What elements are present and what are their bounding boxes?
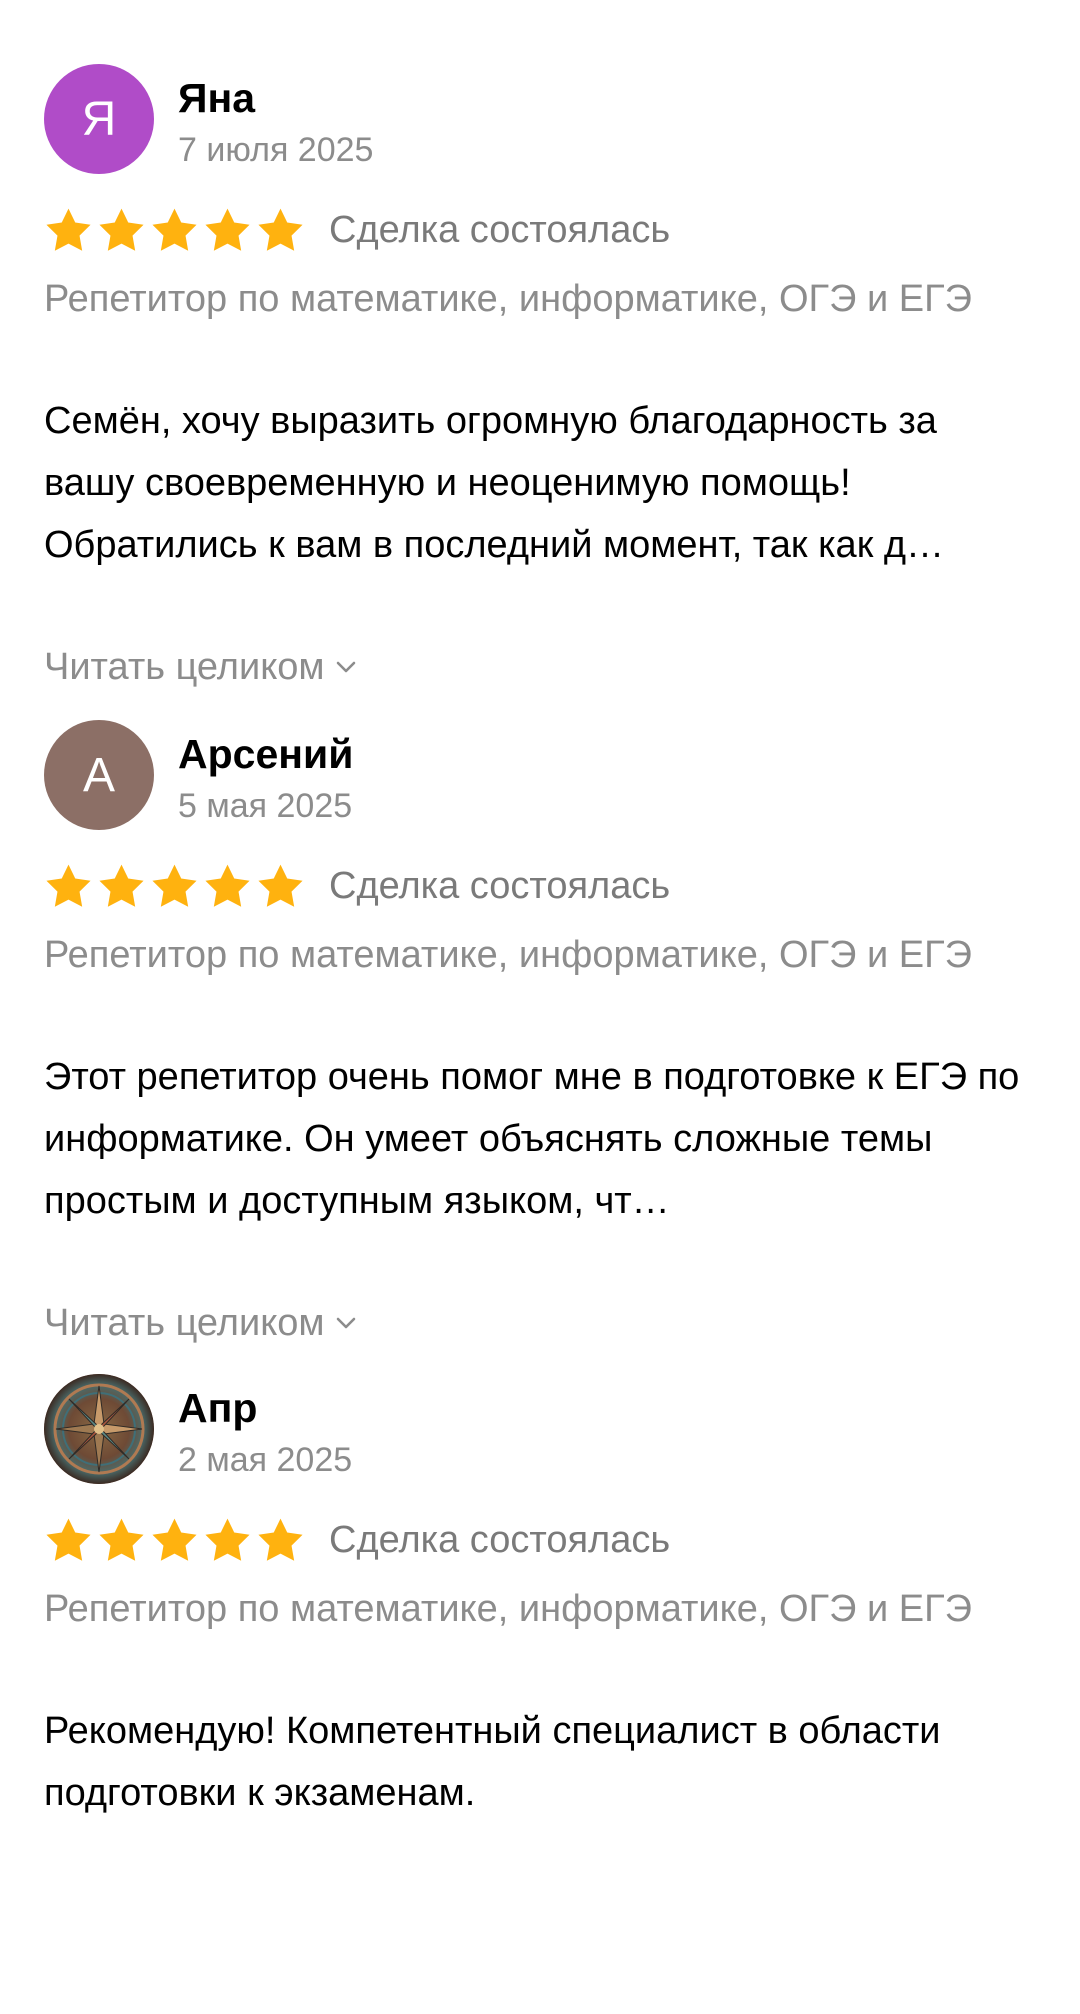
service-title: Репетитор по математике, информатике, ОГ… (44, 934, 972, 976)
review-card: Апр 2 мая 2025 Сделка состоялась Репетит… (44, 1374, 1034, 2014)
reviewer-name[interactable]: Арсений (178, 730, 353, 778)
review-date: 7 июля 2025 (178, 131, 374, 169)
review-date: 5 мая 2025 (178, 787, 353, 825)
deal-status: Сделка состоялась (329, 1518, 671, 1561)
review-date: 2 мая 2025 (178, 1441, 353, 1479)
star-icon (46, 864, 91, 907)
star-icon (99, 864, 144, 907)
avatar[interactable]: А (44, 720, 154, 830)
read-more-link[interactable]: Читать целиком (44, 644, 357, 690)
review-card: А Арсений 5 мая 2025 Сделка состоялась Р… (44, 720, 1034, 1360)
review-text: Этот репетитор очень помог мне в подгото… (44, 1056, 1020, 1222)
star-icon (152, 208, 197, 251)
review-text: Семён, хочу выразить огромную благодарно… (44, 400, 945, 566)
deal-status: Сделка состоялась (329, 208, 671, 251)
star-rating (44, 207, 305, 254)
star-icon (205, 1518, 250, 1561)
reviewer-name[interactable]: Яна (178, 74, 255, 122)
service-title: Репетитор по математике, информатике, ОГ… (44, 1588, 972, 1630)
deal-status: Сделка состоялась (329, 864, 671, 907)
star-icon (152, 1518, 197, 1561)
star-rating (44, 863, 305, 910)
star-icon (205, 864, 250, 907)
star-icon (99, 1518, 144, 1561)
read-more-label: Читать целиком (44, 1302, 325, 1344)
star-icon (46, 1518, 91, 1561)
review-card: Я Яна 7 июля 2025 Сделка состоялась Репе… (44, 64, 1034, 704)
avatar[interactable]: Я (44, 64, 154, 174)
compass-rose-avatar-icon[interactable] (44, 1374, 154, 1484)
star-icon (99, 208, 144, 251)
star-icon (258, 1518, 303, 1561)
service-title: Репетитор по математике, информатике, ОГ… (44, 278, 972, 320)
review-text: Рекомендую! Компетентный специалист в об… (44, 1710, 941, 1814)
compass-rose-icon (44, 1374, 154, 1484)
star-icon (258, 864, 303, 907)
read-more-link[interactable]: Читать целиком (44, 1300, 357, 1346)
review-header: А Арсений 5 мая 2025 (44, 720, 944, 832)
reviewer-name[interactable]: Апр (178, 1384, 257, 1432)
read-more-label: Читать целиком (44, 646, 325, 688)
avatar-letter: А (82, 748, 115, 802)
chevron-down-icon (336, 661, 355, 673)
star-icon (46, 208, 91, 251)
rating-row: Сделка состоялась (44, 1512, 670, 1568)
review-header: Апр 2 мая 2025 (44, 1374, 944, 1486)
chevron-down-icon (336, 1317, 355, 1329)
star-icon (152, 864, 197, 907)
review-header: Я Яна 7 июля 2025 (44, 64, 944, 176)
rating-row: Сделка состоялась (44, 202, 670, 258)
star-icon (258, 208, 303, 251)
avatar-letter: Я (81, 92, 117, 146)
star-rating (44, 1517, 305, 1564)
rating-row: Сделка состоялась (44, 858, 670, 914)
star-icon (205, 208, 250, 251)
